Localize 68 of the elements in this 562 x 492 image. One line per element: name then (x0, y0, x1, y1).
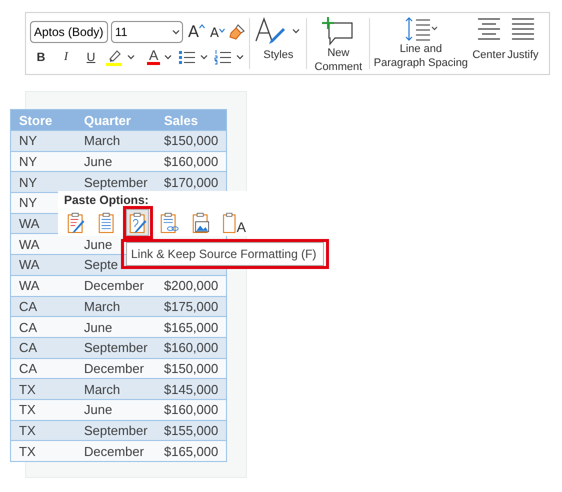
table-cell: December (76, 358, 156, 379)
highlighter-icon[interactable] (105, 48, 123, 66)
table-cell: September (76, 420, 156, 441)
center-button[interactable]: Center (471, 13, 506, 74)
table-cell: December (76, 275, 156, 296)
shrink-font-button[interactable]: A (210, 26, 225, 40)
table-cell: $150,000 (156, 358, 226, 379)
table-cell: March (76, 378, 156, 400)
font-color-button[interactable]: A (147, 48, 160, 65)
column-header: Quarter (76, 110, 156, 130)
table-cell: $145,000 (156, 378, 226, 400)
table-cell: September (76, 337, 156, 358)
table-cell: TX (10, 440, 76, 462)
comment-button[interactable]: New Comment (309, 13, 368, 74)
table-cell: CA (10, 358, 76, 379)
tooltip: Link & Keep Source Formatting (F) (126, 242, 324, 266)
paintbrush-icon[interactable] (228, 22, 246, 40)
table-cell: CA (10, 316, 76, 338)
justify-icon[interactable] (510, 16, 535, 40)
table-cell: CA (10, 337, 76, 358)
table-cell: TX (10, 378, 76, 400)
align-center-icon[interactable] (476, 16, 501, 40)
table-cell: WA (10, 275, 76, 296)
spacing-button[interactable]: Line and Paragraph Spacing (372, 13, 470, 74)
down-caret-icon[interactable] (218, 28, 225, 32)
up-caret-icon[interactable] (198, 24, 205, 29)
table-cell: $170,000 (156, 172, 226, 193)
table-cell: $165,000 (156, 316, 226, 338)
table-cell: $175,000 (156, 296, 226, 317)
styles-button[interactable]: Styles (252, 13, 304, 74)
table-cell: TX (10, 399, 76, 420)
justify-button[interactable]: Justify (506, 13, 540, 74)
paste-option-button[interactable]: A (220, 209, 248, 236)
table-cell: NY (10, 172, 76, 193)
table-cell: $200,000 (156, 275, 226, 296)
table-cell: $160,000 (156, 399, 226, 420)
underline-button[interactable]: U (80, 46, 102, 66)
size-dropdown[interactable]: 11 (111, 20, 183, 42)
table-cell: $165,000 (156, 440, 226, 462)
table-cell: CA (10, 296, 76, 317)
table-cell: $160,000 (156, 151, 226, 172)
table-cell: June (76, 316, 156, 338)
column-header: Sales (156, 110, 226, 130)
table-cell: NY (10, 151, 76, 172)
grow-font-button[interactable]: A (188, 22, 205, 41)
table-cell: NY (10, 130, 76, 152)
font-dropdown[interactable]: Aptos (Body) (30, 20, 108, 42)
table-cell: $155,000 (156, 420, 226, 441)
line-spacing-icon[interactable] (404, 16, 438, 42)
table-cell: $160,000 (156, 337, 226, 358)
table-cell: TX (10, 420, 76, 441)
bold-button[interactable]: B (30, 46, 52, 66)
table-cell: June (76, 399, 156, 420)
table-cell: December (76, 440, 156, 462)
column-header: Store (10, 110, 76, 130)
italic-button[interactable]: I (55, 46, 77, 66)
comment-icon[interactable] (321, 16, 356, 46)
table-cell: March (76, 130, 156, 152)
table-cell: $150,000 (156, 130, 226, 152)
table-cell: September (76, 172, 156, 193)
table-cell: June (76, 151, 156, 172)
numbered-list-icon[interactable] (214, 48, 232, 64)
table-cell: WA (10, 254, 76, 276)
bullet-list-icon[interactable] (178, 48, 196, 64)
table-cell: March (76, 296, 156, 317)
table-cell: WA (10, 234, 76, 255)
clipboard-link-brush-icon (128, 211, 148, 234)
paste-option-button[interactable] (126, 209, 150, 236)
